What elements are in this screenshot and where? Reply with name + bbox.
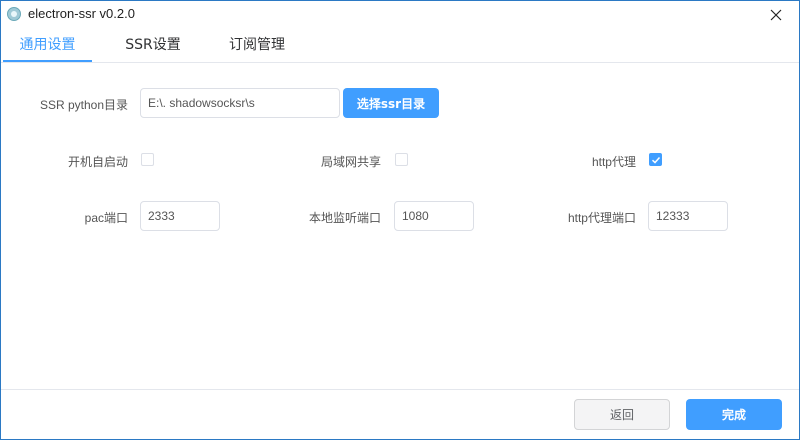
autostart-label: 开机自启动 <box>67 155 128 169</box>
lan-share-label: 局域网共享 <box>320 155 381 169</box>
http-proxy-checkbox[interactable] <box>649 153 662 166</box>
window-title: electron-ssr v0.2.0 <box>28 6 135 21</box>
ssr-dir-label: SSR python目录 <box>39 98 128 112</box>
app-logo-icon <box>7 7 21 21</box>
tab-ssr[interactable]: SSR设置 <box>109 28 197 62</box>
autostart-checkbox[interactable] <box>141 153 154 166</box>
http-proxy-label: http代理 <box>591 155 636 169</box>
http-port-input[interactable]: 12333 <box>648 201 728 231</box>
local-port-label: 本地监听端口 <box>308 211 381 225</box>
settings-tabs: 通用设置 SSR设置 订阅管理 <box>1 28 799 63</box>
http-port-label: http代理端口 <box>567 211 636 225</box>
tab-general[interactable]: 通用设置 <box>3 28 92 62</box>
active-tab-indicator <box>3 60 92 62</box>
local-port-input[interactable]: 1080 <box>394 201 474 231</box>
back-button[interactable]: 返回 <box>574 399 670 430</box>
checkmark-icon <box>651 156 661 164</box>
close-button[interactable] <box>753 1 799 28</box>
choose-ssr-dir-button[interactable]: 选择ssr目录 <box>343 88 439 118</box>
title-bar: electron-ssr v0.2.0 <box>1 1 799 28</box>
dialog-footer: 返回 完成 <box>1 389 799 439</box>
close-icon <box>770 9 782 20</box>
pac-port-label: pac端口 <box>84 211 128 225</box>
tab-subscription[interactable]: 订阅管理 <box>213 28 301 62</box>
done-button[interactable]: 完成 <box>686 399 782 430</box>
ssr-dir-input[interactable]: E:\. shadowsocksr\s <box>140 88 340 118</box>
lan-share-checkbox[interactable] <box>395 153 408 166</box>
app-window: electron-ssr v0.2.0 通用设置 SSR设置 订阅管理 SSR … <box>0 0 800 440</box>
pac-port-input[interactable]: 2333 <box>140 201 220 231</box>
